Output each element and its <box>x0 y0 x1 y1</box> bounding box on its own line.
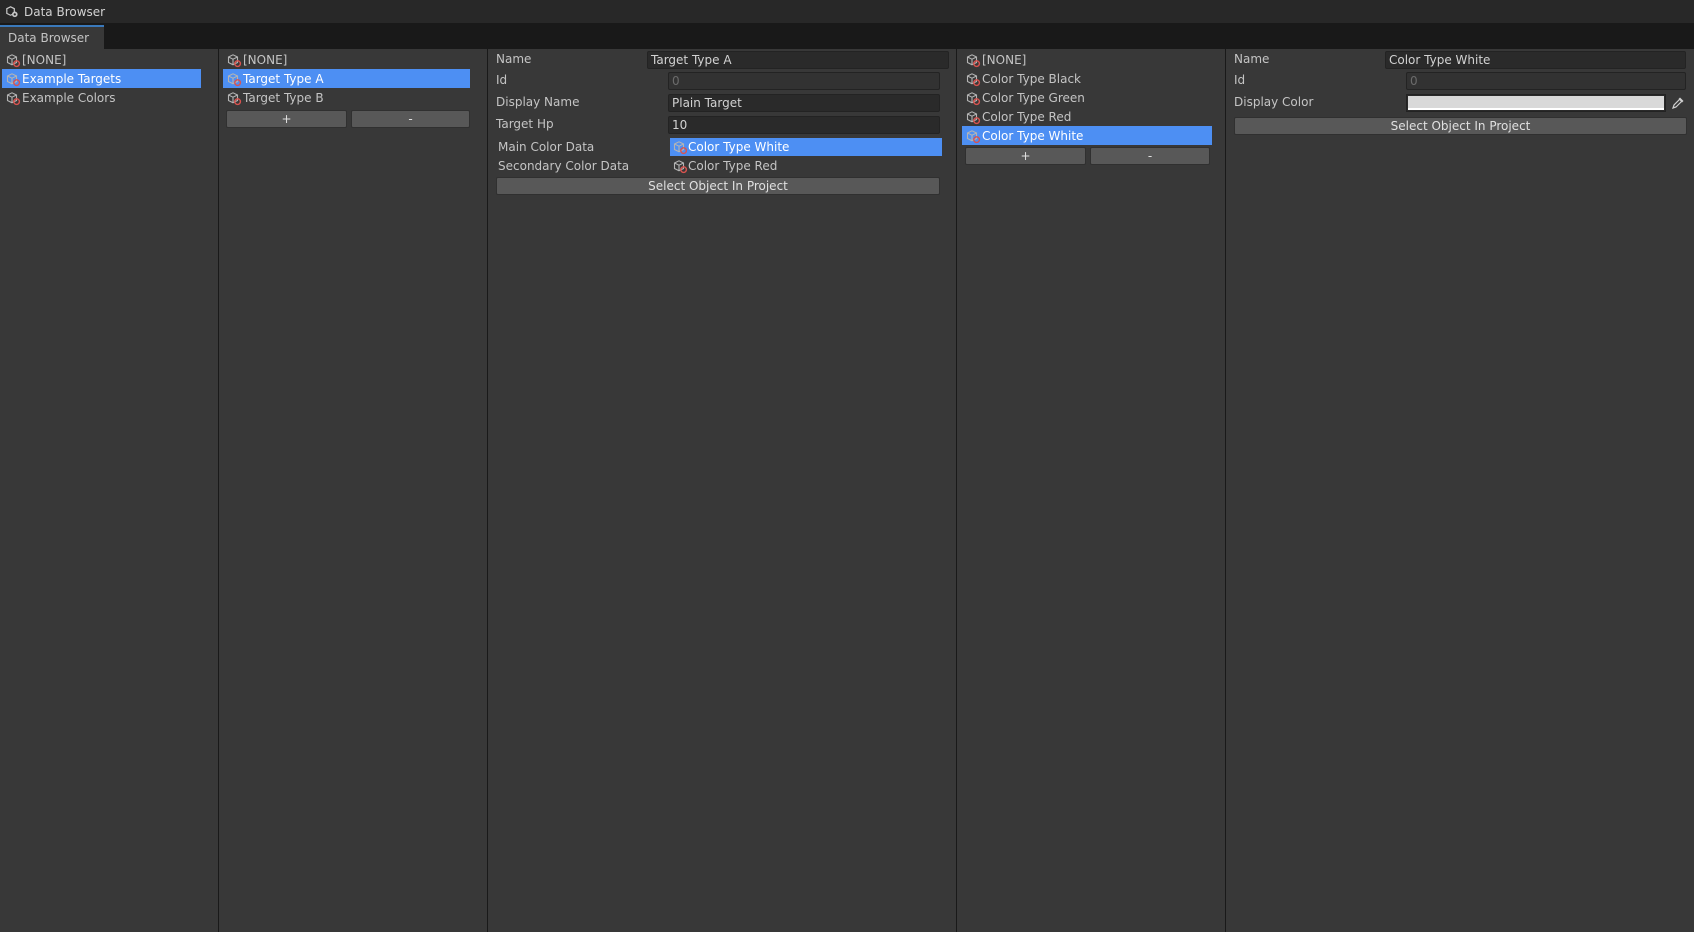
id-label: Id <box>496 73 508 87</box>
category-item-none[interactable]: [NONE] <box>2 50 201 69</box>
remove-color-button[interactable]: - <box>1090 147 1210 165</box>
window-title: Data Browser <box>24 4 106 19</box>
category-item-label: [NONE] <box>22 52 67 67</box>
display-color-field[interactable] <box>1406 94 1666 112</box>
color-item-color-type-green[interactable]: Color Type Green <box>962 88 1212 107</box>
target-hp-label: Target Hp <box>496 117 554 131</box>
color-item-label: Color Type Red <box>982 109 1072 124</box>
category-item-label: Example Targets <box>22 71 122 86</box>
target-item-target-type-b[interactable]: Target Type B <box>223 88 470 107</box>
color-item-label: Color Type Black <box>982 71 1081 86</box>
category-item-example-targets[interactable]: Example Targets <box>2 69 201 88</box>
target-hp-field[interactable]: 10 <box>668 116 940 134</box>
add-target-button[interactable]: + <box>226 110 347 128</box>
remove-target-button[interactable]: - <box>351 110 470 128</box>
main-color-data-label: Main Color Data <box>498 140 595 154</box>
alpha-bar <box>1408 108 1664 110</box>
color-item-color-type-white[interactable]: Color Type White <box>962 126 1212 145</box>
color-item-label: [NONE] <box>982 52 1027 67</box>
target-item-label: Target Type A <box>243 71 324 86</box>
data-browser-icon <box>4 4 19 19</box>
categories-panel: [NONE] Example Targets Example Colors <box>0 49 218 932</box>
scriptable-object-icon <box>965 128 981 144</box>
select-object-in-project-button[interactable]: Select Object In Project <box>496 177 940 195</box>
scriptable-object-icon <box>226 71 242 87</box>
scriptable-object-icon <box>5 90 21 106</box>
id-field: 0 <box>1406 72 1686 90</box>
name-field[interactable]: Color Type White <box>1385 51 1686 69</box>
colors-list-panel: [NONE] Color Type Black Color Type Green… <box>957 49 1225 932</box>
tab-strip: Data Browser <box>0 23 1694 49</box>
name-label: Name <box>1234 52 1270 66</box>
secondary-color-data-value: Color Type Red <box>688 159 778 173</box>
scriptable-object-icon <box>226 90 242 106</box>
category-item-example-colors[interactable]: Example Colors <box>2 88 201 107</box>
scriptable-object-icon <box>226 52 242 68</box>
add-color-button[interactable]: + <box>965 147 1086 165</box>
scriptable-object-icon <box>965 90 981 106</box>
target-inspector-panel: Name Target Type A Id 0 Display Name Pla… <box>488 49 956 932</box>
color-swatch <box>1408 96 1664 108</box>
eyedropper-icon[interactable] <box>1669 94 1687 112</box>
name-field[interactable]: Target Type A <box>647 51 949 69</box>
scriptable-object-icon <box>5 71 21 87</box>
category-item-label: Example Colors <box>22 90 116 105</box>
target-item-none[interactable]: [NONE] <box>223 50 470 69</box>
color-item-color-type-red[interactable]: Color Type Red <box>962 107 1212 126</box>
scriptable-object-icon <box>965 109 981 125</box>
secondary-color-data-field[interactable]: Color Type Red <box>670 157 942 175</box>
name-label: Name <box>496 52 532 66</box>
window-titlebar: Data Browser <box>0 0 1694 23</box>
target-item-target-type-a[interactable]: Target Type A <box>223 69 470 88</box>
targets-list-panel: [NONE] Target Type A Target Type B + - <box>219 49 487 932</box>
display-name-field[interactable]: Plain Target <box>668 94 940 112</box>
scriptable-object-icon <box>672 158 688 174</box>
main-color-data-field[interactable]: Color Type White <box>670 138 942 156</box>
id-label: Id <box>1234 73 1246 87</box>
color-inspector-panel: Name Color Type White Id 0 Display Color… <box>1226 49 1694 932</box>
color-item-none[interactable]: [NONE] <box>962 50 1212 69</box>
color-item-label: Color Type White <box>982 128 1084 143</box>
target-item-label: [NONE] <box>243 52 288 67</box>
select-object-in-project-button[interactable]: Select Object In Project <box>1234 117 1687 135</box>
target-item-label: Target Type B <box>243 90 324 105</box>
color-item-label: Color Type Green <box>982 90 1085 105</box>
scriptable-object-icon <box>672 139 688 155</box>
display-color-label: Display Color <box>1234 95 1314 109</box>
color-item-color-type-black[interactable]: Color Type Black <box>962 69 1212 88</box>
secondary-color-data-label: Secondary Color Data <box>498 159 630 173</box>
scriptable-object-icon <box>965 71 981 87</box>
scriptable-object-icon <box>965 52 981 68</box>
id-field: 0 <box>668 72 940 90</box>
main-color-data-value: Color Type White <box>688 140 790 154</box>
scriptable-object-icon <box>5 52 21 68</box>
display-name-label: Display Name <box>496 95 580 109</box>
tab-data-browser[interactable]: Data Browser <box>0 25 104 49</box>
